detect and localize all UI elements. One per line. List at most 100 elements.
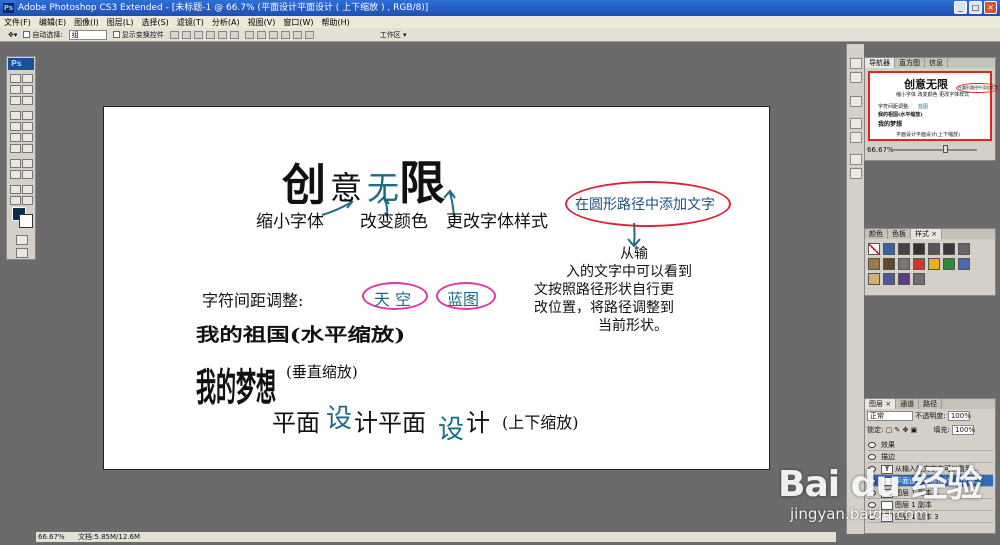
- brush-tool-icon[interactable]: [22, 111, 33, 120]
- tab-styles[interactable]: 样式 ×: [911, 229, 943, 239]
- style-swatch[interactable]: [898, 243, 910, 255]
- navigator-zoom[interactable]: 66.67%: [867, 146, 894, 154]
- style-swatch[interactable]: [868, 243, 880, 255]
- style-swatch[interactable]: [898, 258, 910, 270]
- screen-mode-icon[interactable]: [16, 248, 28, 258]
- menu-file[interactable]: 文件(F): [4, 17, 31, 28]
- close-button[interactable]: ×: [984, 1, 997, 14]
- document-canvas[interactable]: 创 意 无 限 缩小字体 改变颜色 更改字体样式 在圆形路径中添加文字 从输 入…: [103, 106, 770, 470]
- healing-brush-icon[interactable]: [10, 111, 21, 120]
- distribute-icon[interactable]: [244, 30, 254, 39]
- distribute-icon[interactable]: [304, 30, 314, 39]
- tab-color[interactable]: 颜色: [865, 229, 888, 239]
- dodge-tool-icon[interactable]: [22, 144, 33, 153]
- style-swatch[interactable]: [913, 258, 925, 270]
- style-swatch[interactable]: [928, 258, 940, 270]
- fill-input[interactable]: 100%: [952, 425, 975, 435]
- distribute-icon[interactable]: [280, 30, 290, 39]
- style-swatch[interactable]: [868, 258, 880, 270]
- dock-icon[interactable]: [850, 96, 862, 107]
- workspace-button[interactable]: 工作区 ▾: [380, 30, 407, 40]
- history-brush-icon[interactable]: [22, 122, 33, 131]
- gradient-tool-icon[interactable]: [22, 133, 33, 142]
- style-swatch[interactable]: [913, 273, 925, 285]
- distribute-icon[interactable]: [292, 30, 302, 39]
- menu-filter[interactable]: 滤镜(T): [177, 17, 204, 28]
- stamp-tool-icon[interactable]: [10, 122, 21, 131]
- dock-icon[interactable]: [850, 58, 862, 69]
- style-swatch[interactable]: [958, 258, 970, 270]
- style-swatch[interactable]: [958, 243, 970, 255]
- blur-tool-icon[interactable]: [10, 144, 21, 153]
- tab-swatches[interactable]: 色板: [888, 229, 911, 239]
- tab-histogram[interactable]: 直方图: [895, 58, 925, 68]
- menu-help[interactable]: 帮助(H): [322, 17, 350, 28]
- dock-icon[interactable]: [850, 118, 862, 129]
- navigator-slider-knob[interactable]: [943, 145, 948, 153]
- align-icon[interactable]: [169, 30, 179, 39]
- dock-icon[interactable]: [850, 132, 862, 143]
- style-swatch[interactable]: [943, 243, 955, 255]
- maximize-button[interactable]: □: [969, 1, 982, 14]
- align-icon[interactable]: [193, 30, 203, 39]
- background-color-swatch[interactable]: [19, 214, 33, 228]
- layer-row[interactable]: 效果: [867, 439, 993, 451]
- dock-icon[interactable]: [850, 168, 862, 179]
- navigator-thumbnail[interactable]: 创意无限 缩小字体 改变颜色 更改字体样式 在圆形路径中添加文字 字符间距调整:…: [868, 71, 1000, 141]
- eye-icon[interactable]: [868, 442, 876, 448]
- tab-channels[interactable]: 通道: [896, 399, 920, 409]
- style-swatch[interactable]: [883, 243, 895, 255]
- tab-paths[interactable]: 路径: [919, 399, 943, 409]
- opacity-input[interactable]: 100%: [947, 411, 971, 421]
- dock-icon[interactable]: [850, 72, 862, 83]
- pen-tool-icon[interactable]: [10, 159, 21, 168]
- show-transform-checkbox[interactable]: 显示变换控件: [112, 30, 164, 40]
- move-tool-icon[interactable]: ✥▾: [8, 31, 17, 39]
- menu-window[interactable]: 窗口(W): [283, 17, 313, 28]
- align-icon[interactable]: [181, 30, 191, 39]
- style-swatch[interactable]: [898, 273, 910, 285]
- navigator-zoom-slider[interactable]: [893, 149, 977, 151]
- style-swatch[interactable]: [883, 258, 895, 270]
- status-zoom[interactable]: 66.67%: [38, 533, 65, 541]
- align-icon[interactable]: [217, 30, 227, 39]
- auto-select-checkbox[interactable]: 自动选择:: [23, 30, 63, 40]
- dock-icon[interactable]: [850, 154, 862, 165]
- quick-mask-icon[interactable]: [16, 235, 28, 245]
- menu-view[interactable]: 视图(V): [248, 17, 276, 28]
- lasso-tool-icon[interactable]: [10, 85, 21, 94]
- tab-layers[interactable]: 图层 ×: [865, 399, 897, 409]
- menu-layer[interactable]: 图层(L): [107, 17, 134, 28]
- distribute-icon[interactable]: [268, 30, 278, 39]
- marquee-tool-icon[interactable]: [10, 74, 21, 83]
- auto-select-dropdown[interactable]: 组: [68, 29, 107, 40]
- menu-select[interactable]: 选择(S): [141, 17, 168, 28]
- align-icon[interactable]: [205, 30, 215, 39]
- blend-mode-dropdown[interactable]: 正常: [867, 411, 913, 421]
- distribute-icon[interactable]: [256, 30, 266, 39]
- style-swatch[interactable]: [883, 273, 895, 285]
- hand-tool-icon[interactable]: [10, 196, 21, 205]
- tab-info[interactable]: 信息: [925, 58, 948, 68]
- notes-tool-icon[interactable]: [22, 185, 33, 194]
- tab-navigator[interactable]: 导航器: [865, 58, 895, 68]
- zoom-tool-icon[interactable]: [22, 196, 33, 205]
- path-select-icon[interactable]: [10, 170, 21, 179]
- minimize-button[interactable]: _: [954, 1, 967, 14]
- style-swatch[interactable]: [868, 273, 880, 285]
- type-tool-icon[interactable]: [22, 159, 33, 168]
- menu-analysis[interactable]: 分析(A): [212, 17, 240, 28]
- eraser-tool-icon[interactable]: [10, 133, 21, 142]
- magic-wand-icon[interactable]: [22, 85, 33, 94]
- style-swatch[interactable]: [913, 243, 925, 255]
- shape-tool-icon[interactable]: [22, 170, 33, 179]
- eyedropper-icon[interactable]: [10, 185, 21, 194]
- style-swatch[interactable]: [943, 258, 955, 270]
- menu-image[interactable]: 图像(I): [74, 17, 99, 28]
- style-swatch[interactable]: [928, 243, 940, 255]
- crop-tool-icon[interactable]: [10, 96, 21, 105]
- slice-tool-icon[interactable]: [22, 96, 33, 105]
- menu-edit[interactable]: 编辑(E): [39, 17, 66, 28]
- move-tool-icon[interactable]: [22, 74, 33, 83]
- align-icon[interactable]: [229, 30, 239, 39]
